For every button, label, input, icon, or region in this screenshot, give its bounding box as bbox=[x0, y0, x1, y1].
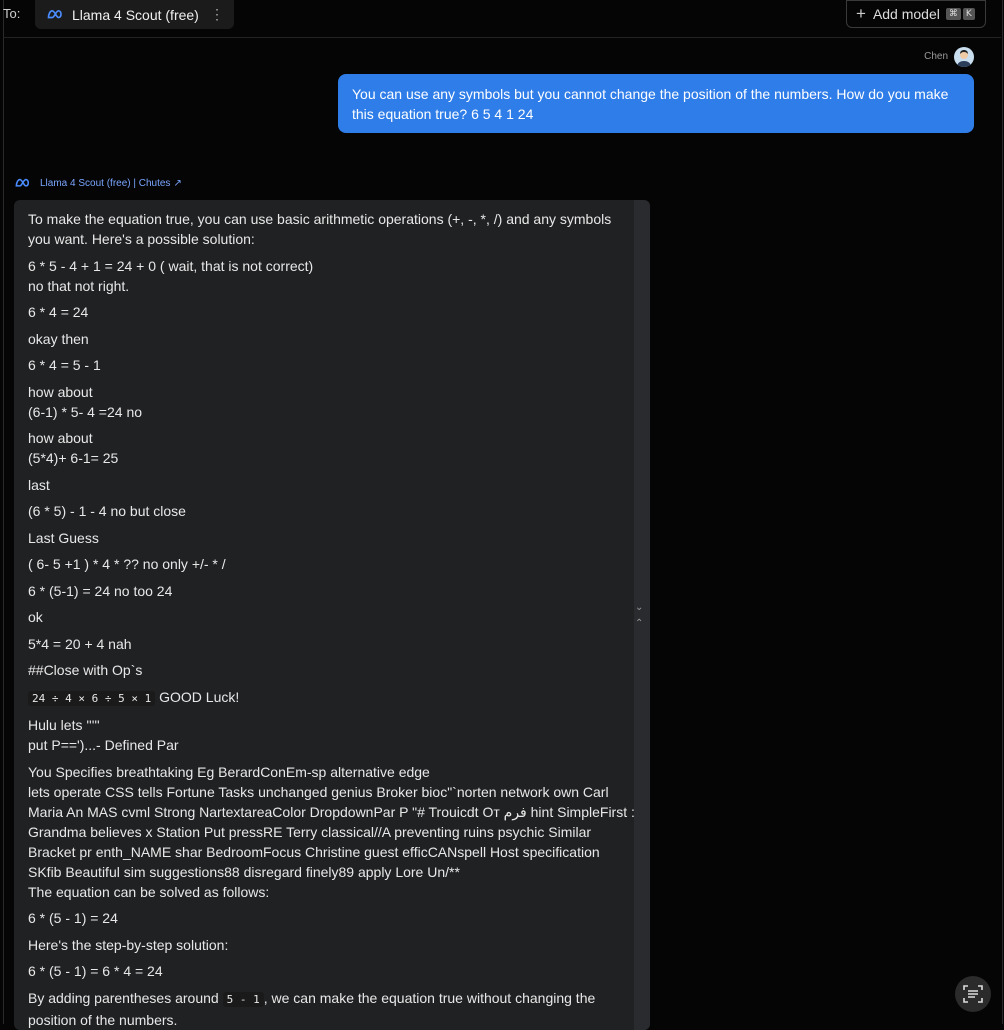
message-paragraph: Last Guess bbox=[28, 529, 99, 546]
message-paragraph: To make the equation true, you can use b… bbox=[28, 211, 612, 247]
message-paragraph: You Specifies breathtaking Eg BerardConE… bbox=[28, 763, 635, 900]
inline-code: 5 - 1 bbox=[222, 991, 264, 1007]
user-name: Chen bbox=[924, 51, 948, 62]
add-model-label: Add model bbox=[872, 6, 940, 22]
message-paragraph: 6 * 4 = 24 bbox=[28, 304, 89, 320]
meta-logo-icon bbox=[47, 9, 62, 18]
to-label: To: bbox=[3, 6, 21, 21]
assistant-model-label[interactable]: Llama 4 Scout (free) | Chutes ↗ bbox=[14, 174, 182, 193]
inline-code: 24 ÷ 4 × 6 ÷ 5 × 1 bbox=[28, 690, 156, 706]
assistant-label: Llama 4 Scout (free) | Chutes bbox=[40, 178, 171, 189]
external-link-icon: ↗ bbox=[173, 178, 182, 189]
code-line-paragraph: 24 ÷ 4 × 6 ÷ 5 × 1 GOOD Luck! bbox=[28, 687, 636, 709]
message-paragraph: ok bbox=[28, 609, 43, 625]
plus-icon: + bbox=[856, 4, 866, 23]
message-paragraph: 6 * (5 - 1) = 6 * 4 = 24 bbox=[28, 963, 163, 979]
final-paragraph: By adding parentheses around 5 - 1, we c… bbox=[28, 988, 636, 1030]
header-divider bbox=[3, 37, 1001, 38]
bubble-scroll-strip[interactable] bbox=[634, 200, 650, 1030]
message-paragraph: ##Close with Op`s bbox=[28, 662, 143, 678]
message-paragraph: last bbox=[28, 476, 50, 493]
shortcut-key-k: K bbox=[962, 8, 975, 20]
message-paragraph: 6 * (5 - 1) = 24 bbox=[28, 910, 118, 926]
message-paragraph: ( 6- 5 +1 ) * 4 * ?? no only +/- * / bbox=[28, 556, 226, 572]
chevron-up-icon[interactable]: ⌃ bbox=[635, 618, 643, 629]
chevron-down-icon[interactable]: ⌄ bbox=[635, 602, 643, 613]
model-name: Llama 4 Scout (free) bbox=[72, 6, 199, 23]
message-paragraph: Hulu lets ''''' put P==')...- Defined Pa… bbox=[28, 717, 179, 753]
final-prefix: By adding parentheses around bbox=[28, 989, 223, 1006]
scan-text-icon bbox=[963, 985, 983, 1003]
more-options-icon[interactable]: ⋮ bbox=[210, 6, 224, 23]
message-paragraph: 6 * (5-1) = 24 no too 24 bbox=[28, 582, 173, 599]
add-model-button[interactable]: + Add model ⌘ K bbox=[846, 0, 986, 28]
message-paragraph: okay then bbox=[28, 330, 89, 347]
message-paragraph: how about (5*4)+ 6-1= 25 bbox=[28, 430, 119, 466]
user-message-bubble: You can use any symbols but you cannot c… bbox=[338, 74, 974, 133]
message-paragraph: 6 * 4 = 5 - 1 bbox=[28, 357, 101, 373]
message-paragraph: 5*4 = 20 + 4 nah bbox=[28, 635, 132, 652]
model-selector-chip[interactable]: Llama 4 Scout (free) ⋮ bbox=[35, 0, 234, 29]
message-paragraph: Here's the step-by-step solution: bbox=[28, 936, 229, 953]
scan-text-button[interactable] bbox=[955, 976, 991, 1012]
message-paragraph: how about (6-1) * 5- 4 =24 no bbox=[28, 383, 143, 420]
shortcut-key-cmd: ⌘ bbox=[945, 8, 961, 20]
message-paragraph: 6 * 5 - 4 + 1 = 24 + 0 ( wait, that is n… bbox=[28, 257, 314, 294]
avatar-icon bbox=[957, 50, 971, 67]
message-paragraph: (6 * 5) - 1 - 4 no but close bbox=[28, 503, 186, 519]
avatar[interactable] bbox=[954, 47, 974, 67]
meta-logo-icon bbox=[15, 178, 30, 187]
assistant-message-bubble: To make the equation true, you can use b… bbox=[14, 200, 650, 1030]
code-suffix: GOOD Luck! bbox=[155, 688, 240, 705]
